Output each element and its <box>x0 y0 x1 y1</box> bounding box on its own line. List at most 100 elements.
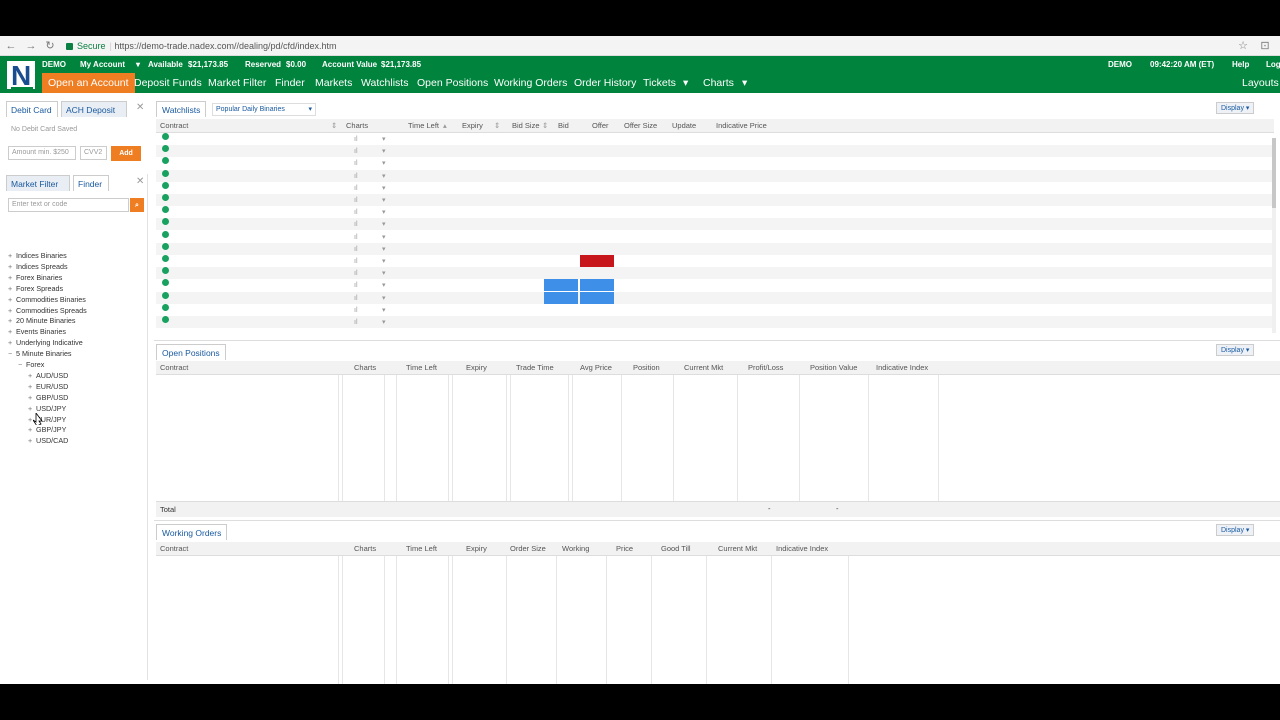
chart-icon[interactable]: ıl <box>354 231 358 243</box>
trade-go-icon[interactable] <box>162 133 169 140</box>
trade-go-icon[interactable] <box>162 267 169 275</box>
watchlist-row[interactable]: ıl ▾ <box>156 218 1274 231</box>
offer-price[interactable] <box>580 194 614 206</box>
expand-icon[interactable]: + <box>28 404 36 413</box>
my-account-menu[interactable]: My Account <box>80 60 125 69</box>
tree-item[interactable]: + Indices Spreads <box>8 262 68 271</box>
chart-icon[interactable]: ıl <box>354 267 358 279</box>
watchlist-row[interactable]: ıl ▾ <box>156 157 1274 169</box>
trade-go-icon[interactable] <box>162 291 169 299</box>
column-header[interactable]: Bid Size <box>512 119 540 132</box>
trade-go-icon[interactable] <box>162 279 169 287</box>
forward-icon[interactable]: → <box>24 39 38 53</box>
tab-debit-card[interactable]: Debit Card <box>6 101 58 117</box>
trade-go-icon[interactable] <box>162 206 169 214</box>
tree-item[interactable]: + USD/CAD <box>28 436 68 445</box>
column-header[interactable]: Charts <box>346 119 368 132</box>
collapse-icon[interactable]: − <box>8 349 16 358</box>
expand-icon[interactable]: + <box>8 284 16 293</box>
tab-watchlists[interactable]: Watchlists <box>156 101 207 117</box>
tab-market-filter[interactable]: Market Filter <box>6 175 70 191</box>
logout-link[interactable]: Log <box>1266 60 1280 69</box>
bookmark-star-icon[interactable]: ☆ <box>1236 39 1250 53</box>
offer-price[interactable] <box>580 267 614 279</box>
tree-item[interactable]: + Underlying Indicative <box>8 338 83 347</box>
bid-price[interactable] <box>544 133 578 145</box>
cvv-input[interactable]: CVV2 <box>80 146 107 160</box>
tickets-chevron-icon[interactable]: ▾ <box>683 73 688 93</box>
bid-price[interactable] <box>544 316 578 328</box>
tree-item[interactable]: +20 Minute Binaries <box>8 316 76 325</box>
bid-price[interactable] <box>544 231 578 243</box>
bid-price[interactable] <box>544 279 578 292</box>
chart-icon[interactable]: ıl <box>354 255 358 267</box>
offer-price[interactable] <box>580 206 614 218</box>
column-header[interactable]: Trade Time <box>516 361 554 374</box>
expand-icon[interactable]: + <box>28 382 36 391</box>
trade-go-icon[interactable] <box>162 255 169 262</box>
menu-order-history[interactable]: Order History <box>574 73 636 93</box>
dropdown-icon[interactable]: ▾ <box>382 218 386 230</box>
tree-item[interactable]: + Commodities Binaries <box>8 295 86 304</box>
bid-price[interactable] <box>544 291 578 304</box>
column-header[interactable]: Price <box>616 542 633 555</box>
chart-icon[interactable]: ıl <box>354 279 358 291</box>
scrollbar[interactable] <box>1272 138 1276 333</box>
column-header[interactable]: Indicative Index <box>776 542 828 555</box>
expand-icon[interactable]: + <box>28 393 36 402</box>
column-header[interactable]: Time Left <box>406 361 437 374</box>
display-button[interactable]: Display ▾ <box>1216 344 1255 356</box>
column-header[interactable]: Bid <box>558 119 569 132</box>
offer-price[interactable] <box>580 279 614 292</box>
watchlist-row[interactable]: ıl ▾ <box>156 181 1274 194</box>
bid-price[interactable] <box>544 255 578 267</box>
tree-item[interactable]: −5 Minute Binaries <box>8 349 72 358</box>
expand-icon[interactable]: + <box>8 251 16 260</box>
trade-go-icon[interactable] <box>162 303 169 311</box>
column-header[interactable]: Charts <box>354 361 376 374</box>
dropdown-icon[interactable]: ▾ <box>382 157 386 169</box>
tree-item[interactable]: + Forex Binaries <box>8 273 62 282</box>
expand-icon[interactable]: + <box>8 327 16 336</box>
tree-item[interactable]: + GBP/JPY <box>28 425 66 434</box>
tab-ach-deposit[interactable]: ACH Deposit <box>61 101 127 117</box>
tree-item[interactable]: + Indices Binaries <box>8 251 67 260</box>
column-header[interactable]: Contract <box>160 542 188 555</box>
trade-go-icon[interactable] <box>162 218 169 226</box>
chevron-down-icon[interactable]: ▾ <box>136 60 140 69</box>
chart-icon[interactable]: ıl <box>354 304 358 316</box>
watchlist-row[interactable]: ıl ▾ <box>156 145 1274 158</box>
close-icon[interactable]: ✕ <box>136 176 144 187</box>
dropdown-icon[interactable]: ▾ <box>382 170 386 182</box>
menu-working-orders[interactable]: Working Orders <box>494 73 567 93</box>
menu-market-filter[interactable]: Market Filter <box>208 73 266 93</box>
column-header[interactable]: Offer <box>592 119 609 132</box>
charts-chevron-icon[interactable]: ▾ <box>742 73 747 93</box>
bid-price[interactable] <box>544 170 578 182</box>
extension-icon[interactable]: ⊡ <box>1258 39 1272 53</box>
column-header[interactable]: Profit/Loss <box>748 361 783 374</box>
offer-price[interactable] <box>580 157 614 169</box>
column-header[interactable]: Indicative Price <box>716 119 767 132</box>
expand-icon[interactable]: + <box>8 295 16 304</box>
help-link[interactable]: Help <box>1232 60 1249 69</box>
menu-markets[interactable]: Markets <box>315 73 352 93</box>
bid-price[interactable] <box>544 145 578 157</box>
watchlist-row[interactable]: ıl ▾ <box>156 169 1274 182</box>
trade-go-icon[interactable] <box>162 230 169 238</box>
tree-item[interactable]: + Forex Spreads <box>8 284 63 293</box>
chart-icon[interactable]: ıl <box>354 206 358 218</box>
offer-price[interactable] <box>580 231 614 243</box>
bid-price[interactable] <box>544 206 578 218</box>
column-header[interactable]: Avg Price <box>580 361 612 374</box>
dropdown-icon[interactable]: ▾ <box>382 243 386 255</box>
url-field[interactable]: Secure | https://demo-trade.nadex.com//de… <box>66 38 1226 54</box>
column-header[interactable]: Order Size <box>510 542 546 555</box>
offer-price[interactable] <box>580 170 614 182</box>
bid-price[interactable] <box>544 243 578 255</box>
column-header[interactable]: Good Till <box>661 542 691 555</box>
chart-icon[interactable]: ıl <box>354 157 358 169</box>
dropdown-icon[interactable]: ▾ <box>382 255 386 267</box>
dropdown-icon[interactable]: ▾ <box>382 279 386 291</box>
dropdown-icon[interactable]: ▾ <box>382 267 386 279</box>
